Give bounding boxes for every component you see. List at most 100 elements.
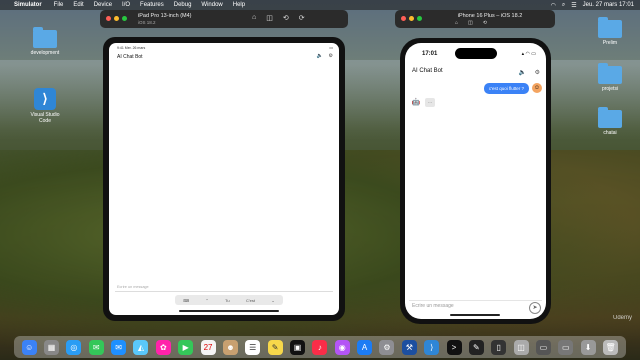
user-message-bubble: c'est quoi flutter ? (483, 83, 529, 94)
downloads-icon[interactable]: ⬇ (580, 339, 596, 355)
menu-debug[interactable]: Debug (174, 2, 192, 8)
mail-icon[interactable]: ✉ (111, 339, 127, 355)
desktop-icon-label: chatai (603, 130, 617, 136)
launchpad-icon[interactable]: ▦ (44, 339, 60, 355)
desktop-app-vscode[interactable]: ⟩ Visual Studio Code (25, 88, 65, 124)
home-indicator[interactable] (179, 310, 279, 312)
menu-edit[interactable]: Edit (73, 2, 83, 8)
music-icon[interactable]: ♪ (312, 339, 328, 355)
rotate-icon[interactable]: ⟲ (283, 14, 289, 22)
menu-window[interactable]: Window (201, 2, 222, 8)
suggestion-item[interactable]: C'est (246, 298, 255, 303)
search-icon[interactable]: ⌕ (562, 2, 565, 9)
ipad-window-titlebar[interactable]: iPad Pro 13-inch (M4) iOS 18.2 ⌂ ◫ ⟲ ⟳ (100, 10, 348, 28)
notes-icon[interactable]: ✎ (267, 339, 283, 355)
photos-icon[interactable]: ✿ (155, 339, 171, 355)
folder-icon (598, 63, 622, 84)
minimize-button[interactable] (409, 16, 414, 21)
screenshot-icon[interactable]: ◫ (266, 14, 273, 22)
simulator-icon[interactable]: ▯ (491, 339, 507, 355)
ipad-app-title: AI Chat Bot (117, 54, 143, 60)
ipad-window-title: iPad Pro 13-inch (M4) (138, 13, 192, 19)
menu-help[interactable]: Help (233, 2, 245, 8)
rotate-icon[interactable]: ⟲ (483, 20, 487, 26)
folder-icon (598, 107, 622, 128)
divider (409, 300, 542, 301)
messages-icon[interactable]: ✉ (88, 339, 104, 355)
close-button[interactable] (401, 16, 406, 21)
menu-bar: Simulator File Edit Device I/O Features … (0, 0, 640, 10)
dynamic-island (455, 48, 497, 59)
keyboard-suggestion-bar: ⌨ ⌃ Tu C'est ⌄ (175, 295, 283, 305)
menu-device[interactable]: Device (94, 2, 112, 8)
desktop-folder-chatai[interactable]: chatai (590, 107, 630, 136)
screenshot-icon[interactable]: ◫ (468, 20, 473, 26)
reminders-icon[interactable]: ☰ (245, 339, 261, 355)
control-center-icon[interactable]: ☰ (571, 2, 576, 9)
pencil-app-icon[interactable]: ✎ (468, 339, 484, 355)
settings-icon[interactable]: ⚙ (379, 339, 395, 355)
iphone-screen[interactable]: 17:01 ▴ ◠ ▭ AI Chat Bot 🔈 ⚙ c'est quoi f… (405, 43, 546, 319)
menu-features[interactable]: Features (140, 2, 164, 8)
window-icon[interactable]: ▭ (535, 339, 551, 355)
iphone-window-titlebar[interactable]: iPhone 16 Plus – iOS 18.2 ⌂ ◫ ⟲ (395, 10, 555, 28)
zoom-button[interactable] (417, 16, 422, 21)
desktop-folder-projets[interactable]: projetsi (590, 63, 630, 92)
window-icon[interactable]: ▭ (558, 339, 574, 355)
menu-file[interactable]: File (54, 2, 64, 8)
terminal-icon[interactable]: > (446, 339, 462, 355)
battery-icon: ▭ (329, 45, 333, 50)
suggestion-item[interactable]: Tu (225, 298, 230, 303)
menu-app-name[interactable]: Simulator (14, 2, 42, 8)
ipad-screen[interactable]: 9:41 Mer. 26 mars ▭ AI Chat Bot 🔈 ⚙ Ecri… (109, 43, 339, 315)
desktop-icon-label: Visual Studio Code (30, 112, 60, 124)
tv-icon[interactable]: ▣ (289, 339, 305, 355)
desktop-icon-label: projetsi (601, 86, 619, 92)
send-button[interactable]: ➤ (529, 302, 541, 314)
watermark: Udemy (612, 315, 632, 321)
keyboard-icon[interactable]: ⌨ (183, 298, 189, 303)
rotate-right-icon[interactable]: ⟳ (299, 14, 305, 22)
home-icon[interactable]: ⌂ (455, 20, 458, 26)
vscode-dock-icon[interactable]: ⟩ (424, 339, 440, 355)
contacts-icon[interactable]: ☻ (222, 339, 238, 355)
desktop-folder-development[interactable]: development (25, 27, 65, 56)
menu-io[interactable]: I/O (122, 2, 130, 8)
speaker-icon[interactable]: 🔈 (519, 69, 526, 76)
close-button[interactable] (106, 16, 111, 21)
safari-icon[interactable]: ◎ (66, 339, 82, 355)
facetime-icon[interactable]: ▶ (178, 339, 194, 355)
dock: ☺ ▦ ◎ ✉ ✉ ◭ ✿ ▶ 27 ☻ ☰ ✎ ▣ ♪ ◉ A ⚙ ⚒ ⟩ >… (14, 336, 626, 358)
menu-clock[interactable]: Jeu. 27 mars 17:01 (583, 2, 634, 8)
app-store-icon[interactable]: A (357, 339, 373, 355)
gear-icon[interactable]: ⚙ (329, 53, 333, 59)
xcode-icon[interactable]: ⚒ (401, 339, 417, 355)
wifi-icon[interactable]: ◠ (551, 2, 556, 9)
folder-icon (33, 27, 57, 48)
minimize-button[interactable] (114, 16, 119, 21)
ipad-simulator: 9:41 Mer. 26 mars ▭ AI Chat Bot 🔈 ⚙ Ecri… (103, 37, 345, 321)
iphone-window-title: iPhone 16 Plus – iOS 18.2 (457, 13, 523, 19)
trash-icon[interactable]: 🗑 (603, 339, 619, 355)
ipad-message-input[interactable]: Ecrire un message (117, 285, 149, 289)
status-icons: ▴ ◠ ▭ (521, 51, 536, 57)
speaker-icon[interactable]: 🔈 (317, 53, 323, 59)
maps-icon[interactable]: ◭ (133, 339, 149, 355)
iphone-app-title: AI Chat Bot (412, 68, 443, 74)
finder-icon[interactable]: ☺ (21, 339, 37, 355)
ipad-status-bar: 9:41 Mer. 26 mars (117, 46, 146, 50)
chevron-down-icon[interactable]: ⌄ (271, 298, 274, 303)
typing-indicator: … (425, 98, 435, 107)
preview-icon[interactable]: ◫ (513, 339, 529, 355)
chevron-up-icon[interactable]: ⌃ (205, 298, 208, 303)
desktop-folder-prelim[interactable]: Prelim (590, 17, 630, 46)
home-indicator[interactable] (450, 314, 500, 316)
iphone-message-input[interactable]: Ecrire un message (412, 303, 454, 309)
gear-icon[interactable]: ⚙ (535, 69, 540, 76)
home-icon[interactable]: ⌂ (252, 14, 256, 22)
podcasts-icon[interactable]: ◉ (334, 339, 350, 355)
desktop-icon-label: Prelim (602, 40, 618, 46)
zoom-button[interactable] (122, 16, 127, 21)
calendar-icon[interactable]: 27 (200, 339, 216, 355)
desktop-icon-label: development (30, 50, 60, 56)
